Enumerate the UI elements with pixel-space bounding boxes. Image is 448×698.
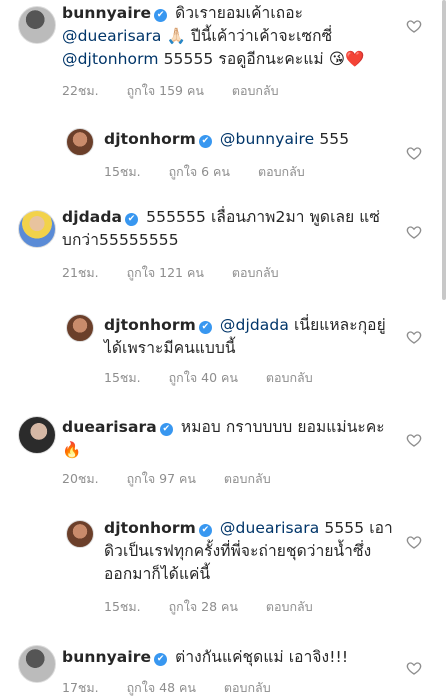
comment-text: 55555 รอดูอีกนะคะแม่ 😘❤️ (163, 50, 365, 68)
comment-body: djtonhorm ✔ @duearisara 5555 เอา ดิวเป็นเ… (104, 517, 414, 586)
comment-likes[interactable]: ถูกใจ 48 คน (127, 680, 196, 695)
avatar[interactable] (18, 6, 56, 44)
scrollbar[interactable] (442, 0, 446, 300)
reply-button[interactable]: ตอบกลับ (224, 680, 271, 695)
comment-text: 🙏🏻 ปีนี้เค้าว่าเค้าจะเซกซี่ (166, 27, 333, 45)
verified-badge-icon: ✔ (154, 9, 168, 22)
heart-outline-icon[interactable] (406, 329, 422, 345)
comment-text: ดิวเป็นเรฟทุกครั้งที่พี่จะถ่ายชุดว่ายน้ำ… (104, 542, 372, 560)
comment-time: 22ชม. (62, 83, 99, 98)
verified-badge-icon: ✔ (198, 321, 212, 334)
comment-time: 15ชม. (104, 164, 141, 179)
avatar[interactable] (18, 645, 56, 683)
comment-body: djdada ✔ 555555 เลื่อนภาพ2มา พูดเลย แซ่ บ… (62, 206, 402, 252)
comment-body: bunnyaire ✔ ต่างกันแค่ชุดแม่ เอาจิง!!! (62, 646, 402, 669)
mention-link[interactable]: @duearisara (220, 519, 319, 537)
comment-username[interactable]: djdada (62, 208, 122, 226)
comment-text: 5555 เอา (324, 519, 393, 537)
comment-time: 17ชม. (62, 680, 99, 695)
comment-time: 15ชม. (104, 599, 141, 614)
verified-badge-icon: ✔ (198, 135, 212, 148)
mention-link[interactable]: @bunnyaire (220, 130, 314, 148)
comment-body: duearisara ✔ หมอบ กราบบบบ ยอมแม่นะคะ 🔥 (62, 416, 402, 462)
comment-meta: 15ชม. ถูกใจ 28 คน ตอบกลับ (104, 597, 337, 617)
reply-button[interactable]: ตอบกลับ (232, 265, 279, 280)
comment-likes[interactable]: ถูกใจ 97 คน (127, 471, 196, 486)
verified-badge-icon: ✔ (154, 653, 168, 666)
heart-outline-icon[interactable] (406, 432, 422, 448)
comment-text: 555555 เลื่อนภาพ2มา พูดเลย แซ่ (146, 208, 380, 226)
comment-username[interactable]: bunnyaire (62, 648, 151, 666)
heart-outline-icon[interactable] (406, 660, 422, 676)
comment-body: djtonhorm ✔ @djdada เนี่ยแหละกุอยู่ ได้เพ… (104, 314, 404, 360)
comment-likes[interactable]: ถูกใจ 159 คน (127, 83, 204, 98)
comment-username[interactable]: djtonhorm (104, 316, 196, 334)
comment-text: เนี่ยแหละกุอยู่ (293, 316, 386, 334)
avatar[interactable] (18, 416, 56, 454)
mention-link[interactable]: @duearisara (62, 27, 161, 45)
comment-text: หมอบ กราบบบบ ยอมแม่นะคะ (180, 418, 385, 436)
avatar[interactable] (66, 314, 94, 342)
comment-username[interactable]: djtonhorm (104, 519, 196, 537)
verified-badge-icon: ✔ (159, 423, 173, 436)
avatar[interactable] (18, 210, 56, 248)
comment-username[interactable]: bunnyaire (62, 4, 151, 22)
comment-text: ได้เพราะมีคนแบบนี้ (104, 339, 236, 357)
comment-likes[interactable]: ถูกใจ 121 คน (127, 265, 204, 280)
comment-body: djtonhorm ✔ @bunnyaire 555 (104, 128, 404, 151)
comment-likes[interactable]: ถูกใจ 28 คน (169, 599, 238, 614)
comment-meta: 15ชม. ถูกใจ 40 คน ตอบกลับ (104, 368, 337, 388)
comment-time: 20ชม. (62, 471, 99, 486)
comment-meta: 21ชม. ถูกใจ 121 คน ตอบกลับ (62, 263, 303, 283)
reply-button[interactable]: ตอบกลับ (266, 370, 313, 385)
comment-text: ต่างกันแค่ชุดแม่ เอาจิง!!! (175, 648, 349, 666)
comment-meta: 20ชม. ถูกใจ 97 คน ตอบกลับ (62, 469, 295, 489)
heart-outline-icon[interactable] (406, 18, 422, 34)
mention-link[interactable]: @djtonhorm (62, 50, 159, 68)
comment-text: 🔥 (62, 441, 82, 459)
comment-text: ดิวเรายอมเค้าเถอะ (175, 4, 304, 22)
comment-text: 555 (319, 130, 350, 148)
comment-time: 21ชม. (62, 265, 99, 280)
comment-time: 15ชม. (104, 370, 141, 385)
reply-button[interactable]: ตอบกลับ (258, 164, 305, 179)
mention-link[interactable]: @djdada (220, 316, 289, 334)
comment-username[interactable]: duearisara (62, 418, 157, 436)
reply-button[interactable]: ตอบกลับ (232, 83, 279, 98)
comment-meta: 22ชม. ถูกใจ 159 คน ตอบกลับ (62, 81, 303, 101)
heart-outline-icon[interactable] (406, 145, 422, 161)
comment-meta: 17ชม. ถูกใจ 48 คน ตอบกลับ (62, 678, 295, 698)
reply-button[interactable]: ตอบกลับ (224, 471, 271, 486)
comment-text: บกว่า55555555 (62, 231, 179, 249)
comment-username[interactable]: djtonhorm (104, 130, 196, 148)
avatar[interactable] (66, 520, 94, 548)
heart-outline-icon[interactable] (406, 224, 422, 240)
comment-likes[interactable]: ถูกใจ 40 คน (169, 370, 238, 385)
comment-text: ออกมาก็ได้แค่นี้ (104, 565, 211, 583)
heart-outline-icon[interactable] (406, 534, 422, 550)
verified-badge-icon: ✔ (125, 213, 139, 226)
comment-body: bunnyaire ✔ ดิวเรายอมเค้าเถอะ @duearisara… (62, 2, 402, 71)
comment-meta: 15ชม. ถูกใจ 6 คน ตอบกลับ (104, 162, 329, 182)
reply-button[interactable]: ตอบกลับ (266, 599, 313, 614)
avatar[interactable] (66, 128, 94, 156)
verified-badge-icon: ✔ (198, 524, 212, 537)
comment-likes[interactable]: ถูกใจ 6 คน (169, 164, 230, 179)
